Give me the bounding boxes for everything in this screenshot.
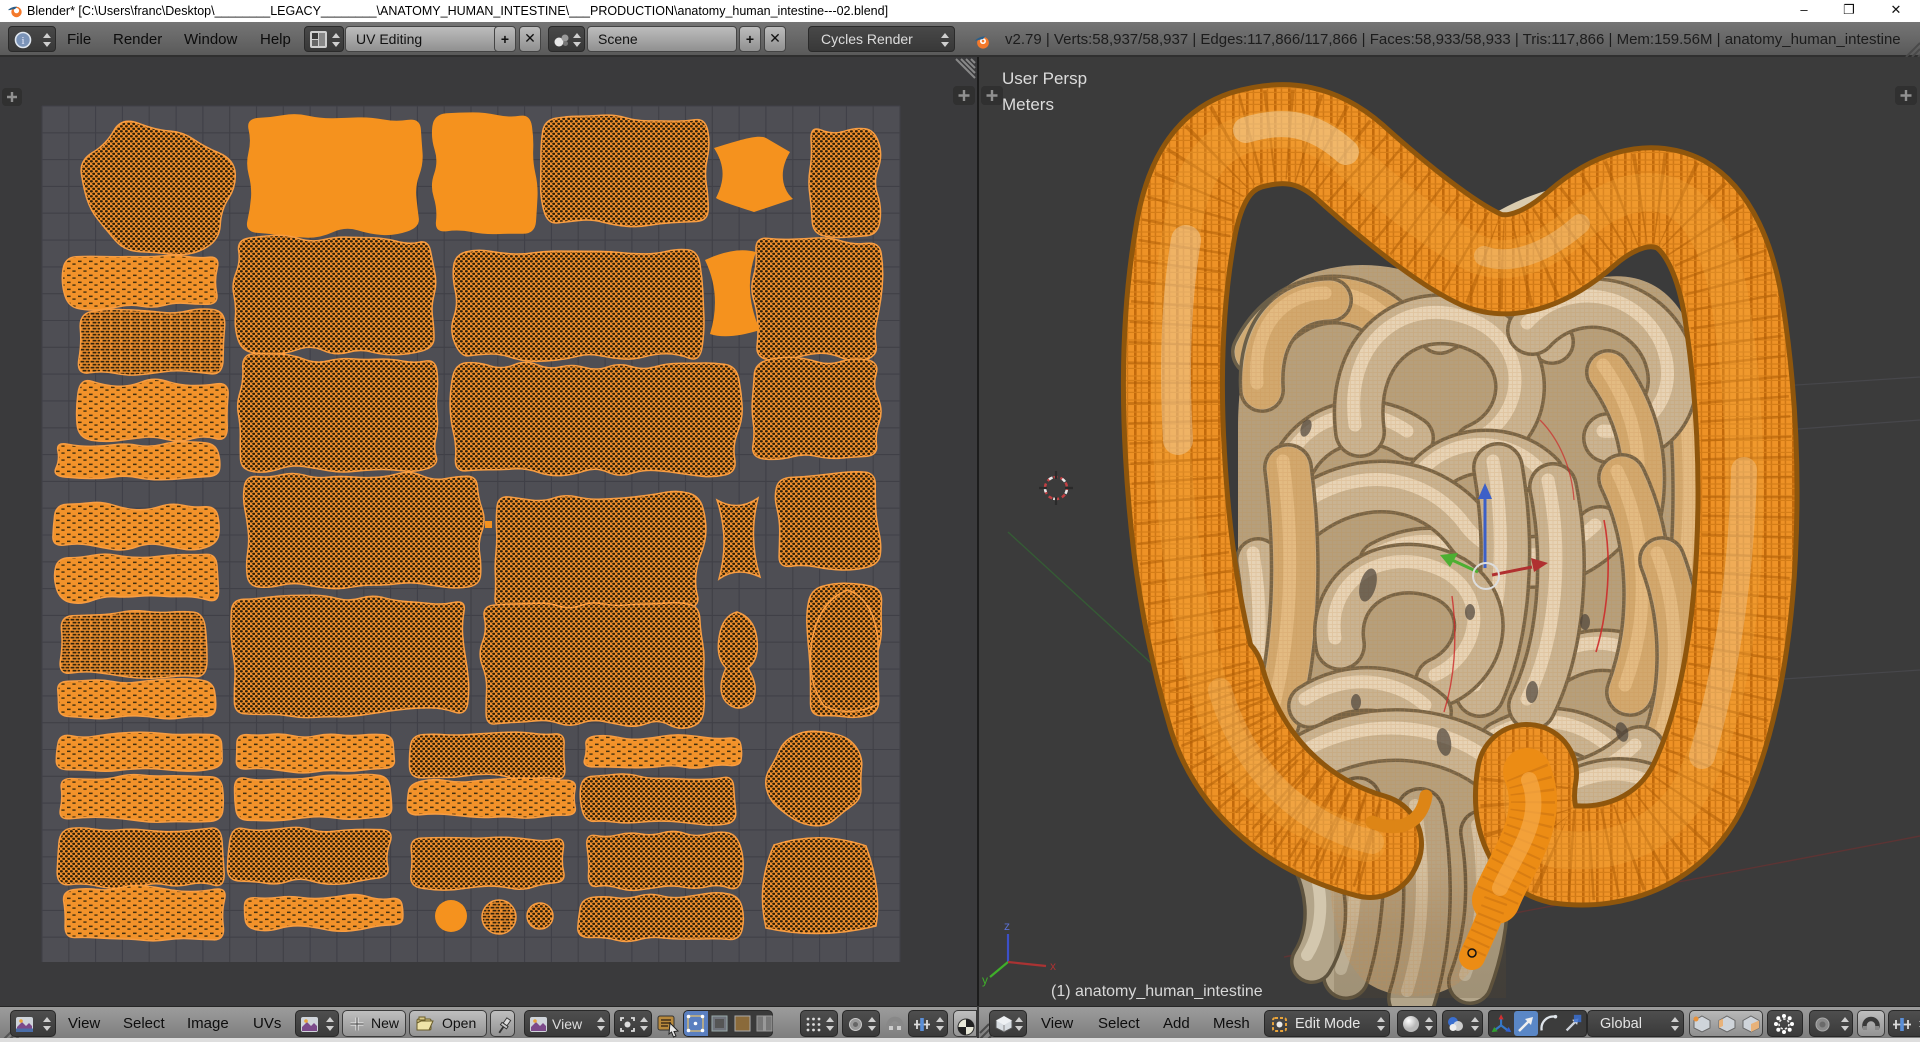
svg-text:x: x	[1050, 959, 1056, 973]
svg-text:y: y	[982, 973, 988, 987]
svg-text:User Persp: User Persp	[1002, 69, 1087, 88]
svg-text:z: z	[1004, 919, 1010, 933]
svg-text:i: i	[21, 35, 24, 47]
svg-text:Meters: Meters	[1002, 95, 1054, 114]
svg-text:(1) anatomy_human_intestine: (1) anatomy_human_intestine	[1051, 983, 1263, 1000]
